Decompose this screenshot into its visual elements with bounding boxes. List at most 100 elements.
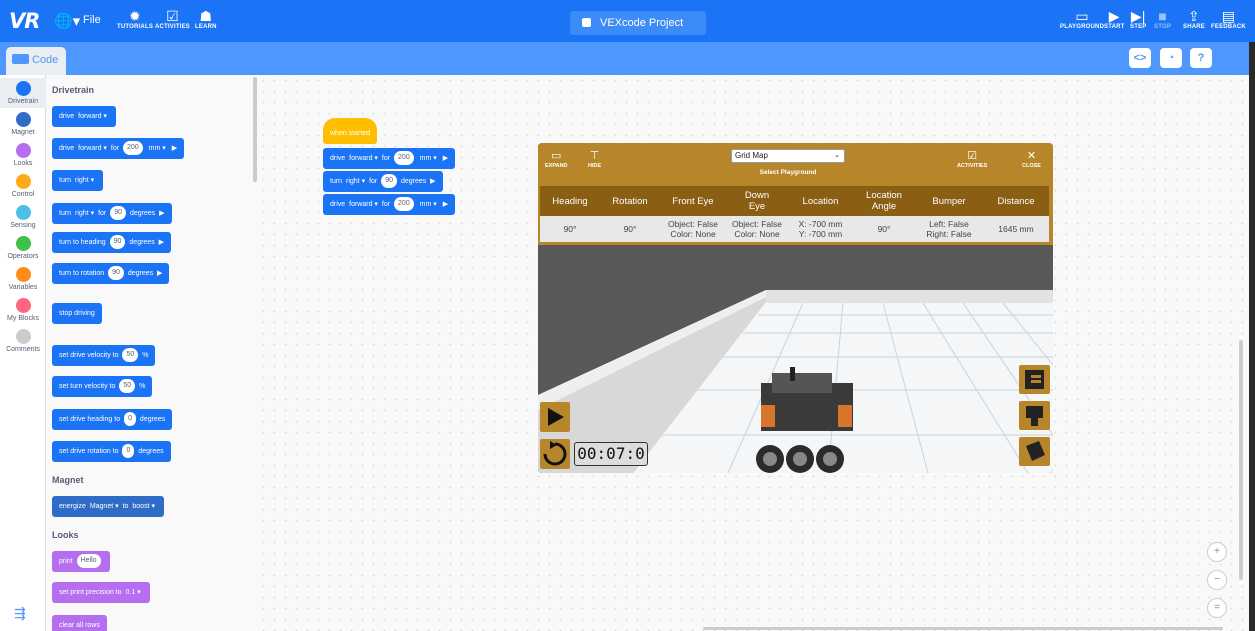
block-turn[interactable]: turn right ▾ <box>52 170 104 191</box>
block-turn-for[interactable]: turn right ▾ for 90 degrees ▶ <box>323 171 443 192</box>
dashboard-icon[interactable]: ◔ <box>1160 48 1182 68</box>
direction-dropdown[interactable]: forward ▾ <box>78 138 107 159</box>
block-energize-magnet[interactable]: energize Magnet ▾ to boost ▾ <box>52 496 164 517</box>
workspace-scrollbar-vertical[interactable] <box>1239 340 1243 580</box>
print-input[interactable]: Hello <box>76 554 101 568</box>
block-turn-to-heading[interactable]: turn to heading 90 degrees ▶ <box>52 232 171 253</box>
direction-dropdown[interactable]: right ▾ <box>75 170 94 191</box>
workspace-scrollbar-horizontal[interactable] <box>703 627 1223 630</box>
free-view-button[interactable] <box>1019 437 1050 466</box>
category-operators[interactable]: Operators <box>0 233 46 260</box>
share-button[interactable]: ⇪ SHARE <box>1183 8 1205 30</box>
activities-button[interactable]: ☑ ACTIVITIES <box>957 149 987 169</box>
category-drivetrain[interactable]: Drivetrain <box>0 78 46 108</box>
mode-dropdown[interactable]: boost ▾ <box>132 496 155 517</box>
feedback-button[interactable]: ▤ FEEDBACK <box>1211 8 1246 30</box>
unit-dropdown[interactable]: mm ▾ <box>149 138 166 159</box>
category-variables[interactable]: Variables <box>0 264 46 291</box>
learn-button[interactable]: ☗ LEARN <box>195 8 217 30</box>
tab-code[interactable]: Code <box>6 47 66 75</box>
project-title[interactable]: VEXcode Project <box>570 11 706 35</box>
palette-scrollbar[interactable] <box>253 77 257 182</box>
direction-dropdown[interactable]: forward ▾ <box>78 106 107 127</box>
category-magnet[interactable]: Magnet <box>0 109 46 136</box>
block-set-drive-heading[interactable]: set drive heading to 0 degrees <box>52 409 173 430</box>
category-control[interactable]: Control <box>0 171 46 198</box>
block-set-drive-velocity[interactable]: set drive velocity to 50 % <box>52 345 156 366</box>
block-when-started[interactable]: when started <box>323 118 378 144</box>
zoom-out-button[interactable]: − <box>1207 570 1227 590</box>
rotation-input[interactable]: 90 <box>108 266 124 280</box>
reset-button[interactable] <box>540 439 570 469</box>
heading-input[interactable]: 0 <box>124 412 136 426</box>
block-drive-for[interactable]: drive forward ▾ for 200 mm ▾ ▶ <box>52 138 185 159</box>
velocity-input[interactable]: 50 <box>122 348 139 362</box>
stop-button[interactable]: ■ STOP <box>1154 8 1171 30</box>
category-looks[interactable]: Looks <box>0 140 46 167</box>
down-eye-object: Object: False <box>731 219 783 229</box>
direction-dropdown[interactable]: right ▾ <box>75 203 94 224</box>
extensions-icon[interactable]: ⇶ <box>14 605 26 622</box>
unit-dropdown[interactable]: mm ▾ <box>420 194 437 215</box>
close-button[interactable]: ✕ CLOSE <box>1022 149 1041 169</box>
velocity-input[interactable]: 50 <box>119 379 136 393</box>
distance-input[interactable]: 200 <box>394 197 414 211</box>
code-viewer-icon[interactable]: <> <box>1129 48 1151 68</box>
block-print[interactable]: print Hello <box>52 551 110 572</box>
distance-input[interactable]: 200 <box>394 151 414 165</box>
direction-dropdown[interactable]: forward ▾ <box>349 194 378 215</box>
distance-input[interactable]: 200 <box>123 141 143 155</box>
follow-view-button[interactable] <box>1019 401 1050 430</box>
block-turn-for[interactable]: turn right ▾ for 90 degrees ▶ <box>52 203 172 224</box>
play-button[interactable] <box>540 402 570 432</box>
zoom-reset-button[interactable]: = <box>1207 598 1227 618</box>
zoom-in-button[interactable]: + <box>1207 542 1227 562</box>
precision-dropdown[interactable]: 0.1 ▾ <box>126 582 141 603</box>
unit-dropdown[interactable]: mm ▾ <box>420 148 437 169</box>
start-button[interactable]: ▶ START <box>1104 8 1125 30</box>
zoom-in-icon: + <box>1214 546 1220 557</box>
playground-3d-view[interactable] <box>538 245 1053 473</box>
top-view-button[interactable] <box>1019 365 1050 394</box>
playground-button[interactable]: ▭ PLAYGROUND <box>1060 8 1104 30</box>
globe-icon[interactable]: 🌐▾ <box>54 12 80 30</box>
block-set-turn-velocity[interactable]: set turn velocity to 50 % <box>52 376 153 397</box>
header-location: Location <box>788 186 853 216</box>
block-clear-all-rows[interactable]: clear all rows <box>52 615 107 631</box>
category-comments[interactable]: Comments <box>0 326 46 353</box>
block-set-drive-rotation[interactable]: set drive rotation to 0 degrees <box>52 441 171 462</box>
play-icon: ▶ <box>440 155 449 162</box>
location-x: X: -700 mm <box>798 219 843 229</box>
direction-dropdown[interactable]: forward ▾ <box>349 148 378 169</box>
angle-input[interactable]: 90 <box>110 206 126 220</box>
angle-input[interactable]: 90 <box>381 174 397 188</box>
block-drive-for[interactable]: drive forward ▾ for 200 mm ▾ ▶ <box>323 194 456 215</box>
category-sensing[interactable]: Sensing <box>0 202 46 229</box>
block-turn-to-rotation[interactable]: turn to rotation 90 degrees ▶ <box>52 263 170 284</box>
file-menu[interactable]: File <box>83 14 101 26</box>
help-icon[interactable]: ? <box>1190 48 1212 68</box>
block-set-print-precision[interactable]: set print precision to 0.1 ▾ <box>52 582 150 603</box>
block-text: turn <box>330 178 343 185</box>
playground-label: PLAYGROUND <box>1060 24 1105 30</box>
direction-dropdown[interactable]: right ▾ <box>346 171 365 192</box>
block-drive-for[interactable]: drive forward ▾ for 200 mm ▾ ▶ <box>323 148 456 169</box>
block-stop-driving[interactable]: stop driving <box>52 303 102 324</box>
playground-select[interactable]: Grid Map ⌄ <box>731 149 845 163</box>
block-text: turn <box>59 177 72 184</box>
magnet-dropdown[interactable]: Magnet ▾ <box>90 496 119 517</box>
hide-button[interactable]: ⊤ HIDE <box>588 149 601 169</box>
header-rotation: Rotation <box>600 186 660 216</box>
block-drive[interactable]: drive forward ▾ <box>52 106 116 127</box>
sensor-header-row: Heading Rotation Front Eye Down Eye Loca… <box>540 186 1049 216</box>
block-text: for <box>110 145 120 152</box>
activities-label: ACTIVITIES <box>957 163 988 169</box>
category-my-blocks[interactable]: My Blocks <box>0 295 46 322</box>
activities-button[interactable]: ☑ ACTIVITIES <box>155 8 190 30</box>
step-button[interactable]: ▶| STEP <box>1130 8 1146 30</box>
rotation-input[interactable]: 0 <box>122 444 135 458</box>
dropdown-value: boost <box>132 503 150 510</box>
heading-input[interactable]: 90 <box>109 235 126 249</box>
tutorials-button[interactable]: ✹ TUTORIALS <box>117 8 153 30</box>
expand-button[interactable]: ▭ EXPAND <box>545 149 568 169</box>
